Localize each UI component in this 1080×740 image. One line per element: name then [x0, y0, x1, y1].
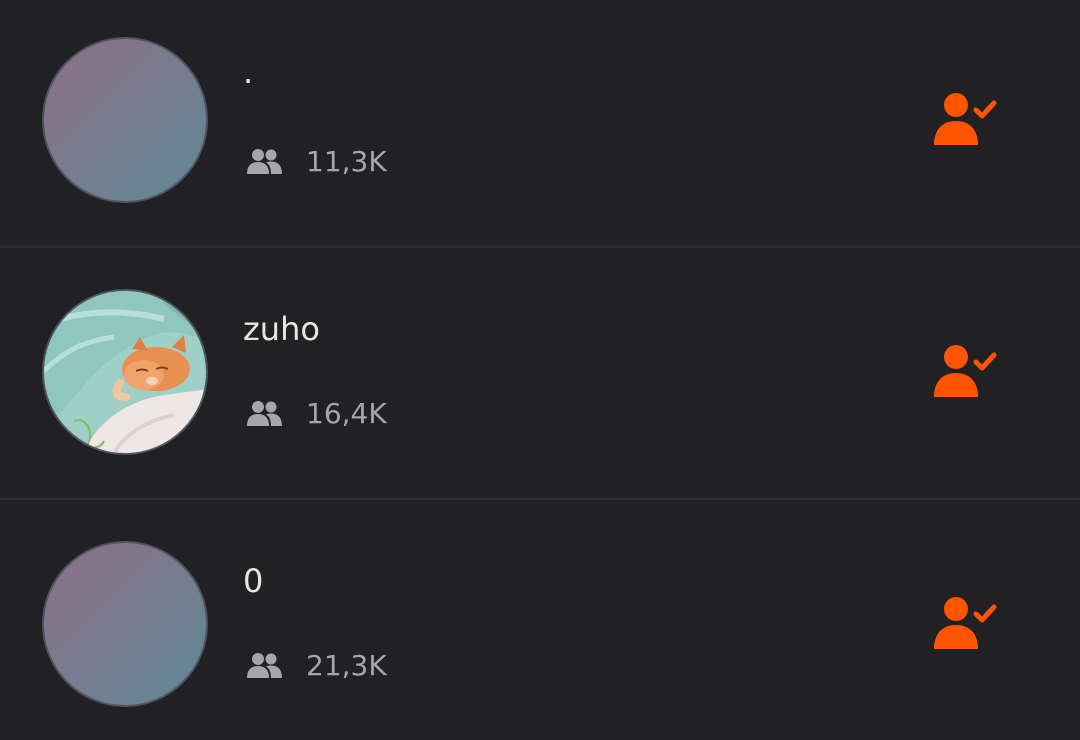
user-following-check-icon — [934, 345, 997, 397]
kitten-photo — [44, 291, 206, 453]
follower-stat: 21,3K — [246, 647, 387, 683]
avatar[interactable] — [42, 37, 208, 203]
follower-count: 11,3K — [306, 144, 387, 178]
followers-icon — [247, 653, 282, 678]
user-following-check-icon — [934, 93, 997, 145]
user-row[interactable]: 0 21,3K — [0, 500, 1080, 740]
user-following-check-icon — [934, 597, 997, 649]
avatar[interactable] — [42, 289, 208, 455]
follower-count: 21,3K — [306, 648, 387, 682]
followers-icon — [247, 401, 282, 426]
follower-stat: 16,4K — [246, 395, 387, 431]
avatar[interactable] — [42, 541, 208, 707]
following-button[interactable] — [930, 340, 1002, 404]
follower-stat: 11,3K — [246, 143, 387, 179]
following-button[interactable] — [930, 592, 1002, 656]
follower-count: 16,4K — [306, 396, 387, 430]
user-name[interactable]: · — [243, 62, 253, 100]
user-list: · 11,3K zuho 16,4K 0 21,3K — [0, 0, 1080, 740]
user-name[interactable]: 0 — [243, 562, 263, 600]
user-name[interactable]: zuho — [243, 310, 320, 348]
user-row[interactable]: · 11,3K — [0, 0, 1080, 252]
following-button[interactable] — [930, 88, 1002, 152]
user-row[interactable]: zuho 16,4K — [0, 248, 1080, 500]
followers-icon — [247, 149, 282, 174]
